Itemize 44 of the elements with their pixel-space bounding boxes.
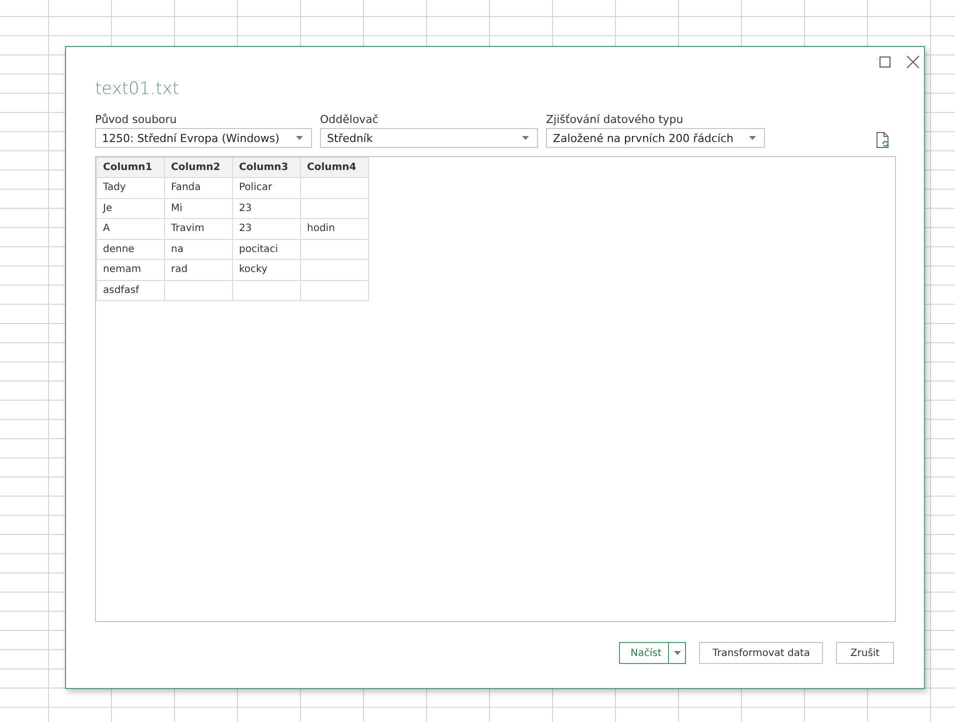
table-cell — [164, 280, 232, 300]
column-header: Column4 — [300, 158, 368, 178]
caret-icon — [296, 136, 303, 140]
dropdown[interactable]: Středník — [320, 128, 538, 148]
column-header: Column3 — [232, 158, 300, 178]
table-cell: kocky — [232, 260, 300, 280]
field-label: Zjišťování datového typu — [546, 113, 684, 126]
table-cell: Mi — [164, 198, 232, 218]
table-cell — [300, 178, 368, 198]
table-cell: 23 — [232, 198, 300, 218]
column-header: Column1 — [96, 158, 164, 178]
table-cell: Travim — [164, 218, 232, 239]
table-cell: Tady — [96, 178, 164, 198]
field-label: Původ souboru — [95, 113, 178, 126]
dropdown[interactable]: Založené na prvních 200 řádcích — [546, 128, 765, 148]
table-cell: nemam — [96, 260, 164, 280]
column-header: Column2 — [164, 158, 232, 178]
table-cell: denne — [96, 239, 164, 260]
caret-icon — [522, 136, 529, 140]
table-cell — [300, 280, 368, 300]
dialog-title: text01.txt — [95, 79, 180, 101]
dropdown[interactable]: 1250: Střední Evropa (Windows) — [95, 128, 312, 148]
table-cell: 23 — [232, 218, 300, 239]
table-cell: na — [164, 239, 232, 260]
table-cell: A — [96, 218, 164, 239]
maximize-icon[interactable] — [878, 55, 892, 69]
table-cell — [300, 260, 368, 280]
table-cell: asdfasf — [96, 280, 164, 300]
table-cell: rad — [164, 260, 232, 280]
table-cell: hodin — [300, 218, 368, 239]
dialog-button[interactable]: Zrušit — [836, 642, 894, 664]
field-label: Oddělovač — [320, 113, 380, 126]
table-cell — [300, 198, 368, 218]
caret-icon — [674, 651, 681, 655]
table-cell: pocitaci — [232, 239, 300, 260]
table-cell — [300, 239, 368, 260]
dialog-button[interactable]: Transformovat data — [699, 642, 823, 664]
caret-icon — [749, 136, 756, 140]
table-cell: Fanda — [164, 178, 232, 198]
file-refresh-icon[interactable] — [876, 132, 890, 148]
table-cell: Policar — [232, 178, 300, 198]
table-cell — [232, 280, 300, 300]
table-cell: Je — [96, 198, 164, 218]
close-icon[interactable] — [906, 55, 920, 69]
